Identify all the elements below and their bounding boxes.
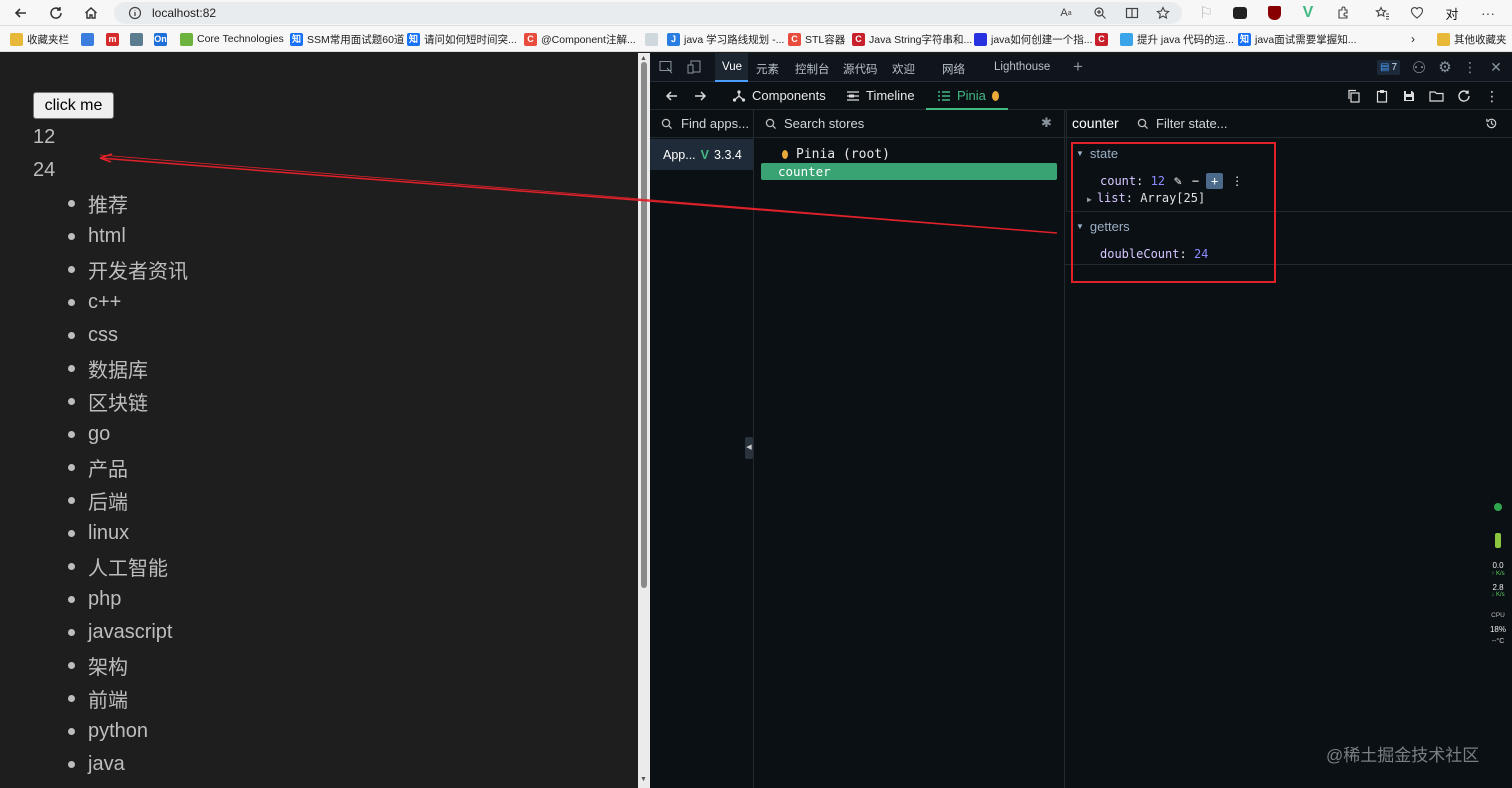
watermark: @稀土掘金技术社区: [1326, 746, 1480, 765]
status-dot-icon: [1494, 503, 1502, 511]
annotation-arrow: [99, 153, 1058, 234]
system-monitor-widget: 0.0 ↑ K/s 2.8 ↓ K/s CPU 18% --°C: [1484, 495, 1512, 655]
battery-icon: [1495, 533, 1501, 548]
